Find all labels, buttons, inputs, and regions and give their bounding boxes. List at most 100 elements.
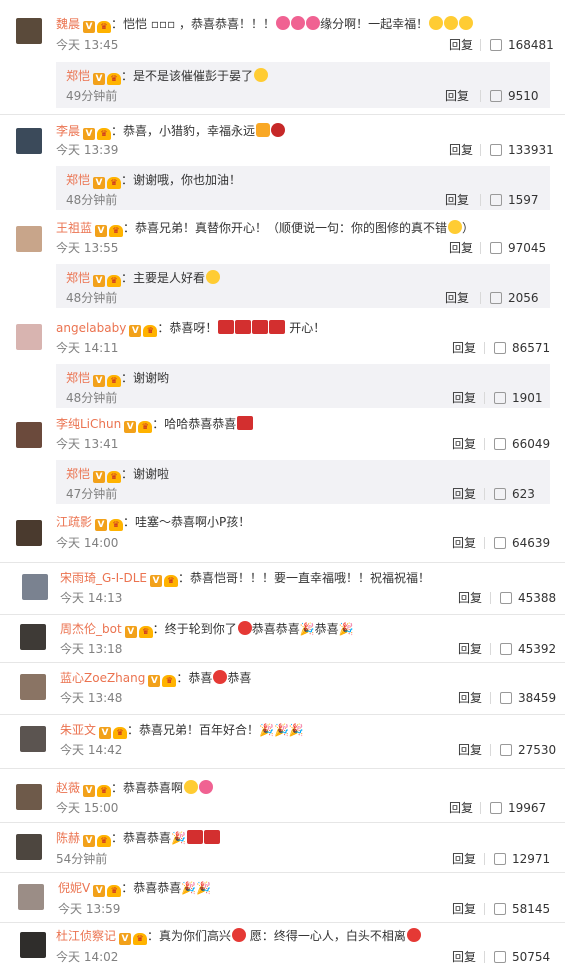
like-button[interactable]: 1597	[490, 193, 539, 207]
verified-icon: V	[148, 675, 161, 687]
like-button[interactable]: 19967	[490, 801, 546, 815]
avatar[interactable]	[16, 784, 42, 810]
like-button[interactable]: 27530	[500, 743, 556, 757]
username[interactable]: 王祖蓝	[56, 221, 92, 235]
username[interactable]: 陈赫	[56, 831, 80, 845]
avatar[interactable]	[22, 574, 48, 600]
avatar[interactable]	[16, 834, 42, 860]
like-count: 50754	[512, 950, 551, 964]
like-button[interactable]: 45388	[500, 591, 556, 605]
reply-button[interactable]: 回复	[445, 193, 469, 207]
avatar[interactable]	[16, 520, 42, 546]
reply-button[interactable]: 回复	[449, 241, 473, 255]
reply-button[interactable]: 回复	[452, 902, 476, 916]
reply-button[interactable]: 回复	[458, 591, 482, 605]
reply-button[interactable]: 回复	[452, 950, 476, 964]
username[interactable]: 魏晨	[56, 17, 80, 31]
reply-line: 郑恺 V ♛ ：是不是该催催彭于晏了	[66, 68, 269, 85]
divider	[0, 562, 565, 563]
like-button[interactable]: 38459	[500, 691, 556, 705]
avatar[interactable]	[16, 324, 42, 350]
like-button[interactable]: 50754	[494, 950, 550, 964]
avatar[interactable]	[16, 128, 42, 154]
reply-button[interactable]: 回复	[452, 536, 476, 550]
like-button[interactable]: 2056	[490, 291, 539, 305]
comment-line: 杜江侦察记 V ♛ ：真为你们高兴 愿：终得一心人，白头不相离	[56, 928, 421, 945]
comment-line: angelababy V ♛ ：恭喜呀！ 开心！	[56, 320, 326, 337]
divider	[480, 292, 481, 304]
username[interactable]: 倪妮V	[58, 881, 90, 895]
reply-button[interactable]: 回复	[449, 38, 473, 52]
like-count: 45392	[518, 642, 557, 656]
avatar[interactable]	[18, 884, 44, 910]
reply-button[interactable]: 回复	[452, 487, 476, 501]
comment-text: 恭喜恭喜🎉	[123, 831, 186, 845]
like-button[interactable]: 133931	[490, 143, 554, 157]
like-button[interactable]: 66049	[494, 437, 550, 451]
username[interactable]: 宋雨琦_G-I-DLE	[60, 571, 147, 585]
divider	[484, 438, 485, 450]
like-count: 97045	[508, 241, 547, 255]
divider	[0, 922, 565, 923]
username[interactable]: 郑恺	[66, 467, 90, 481]
like-button[interactable]: 9510	[490, 89, 539, 103]
avatar[interactable]	[16, 18, 42, 44]
reply-button[interactable]: 回复	[458, 743, 482, 757]
like-button[interactable]: 168481	[490, 38, 554, 52]
like-button[interactable]: 97045	[490, 241, 546, 255]
like-button[interactable]: 1901	[494, 391, 543, 405]
username[interactable]: 周杰伦_bot	[60, 622, 122, 636]
like-button[interactable]: 86571	[494, 341, 550, 355]
comment-line: 王祖蓝 V ♛ ：恭喜兄弟！真替你开心！（顺便说一句：你的图修的真不错）	[56, 220, 475, 237]
avatar[interactable]	[16, 422, 42, 448]
username[interactable]: 李晨	[56, 124, 80, 138]
comment-time: 今天 13:39	[56, 143, 119, 157]
reply-button[interactable]: 回复	[458, 642, 482, 656]
username[interactable]: 蓝心ZoeZhang	[60, 671, 145, 685]
avatar[interactable]	[20, 624, 46, 650]
thumbs-up-icon	[490, 39, 502, 51]
verified-icon: V	[93, 885, 106, 897]
username[interactable]: 杜江侦察记	[56, 929, 116, 943]
comment-line: 李纯LiChun V ♛ ：哈哈恭喜恭喜	[56, 416, 254, 433]
reply-button[interactable]: 回复	[445, 89, 469, 103]
reply-button[interactable]: 回复	[458, 691, 482, 705]
fan-crown-icon: ♛	[113, 727, 128, 739]
comment-line: 魏晨 V ♛ ：恺恺 ▫▫▫ ，恭喜恭喜！！！ 缘分啊！一起幸福！	[56, 16, 474, 33]
heart-emoji-icon	[213, 670, 228, 684]
username[interactable]: angelababy	[56, 321, 126, 335]
username[interactable]: 郑恺	[66, 69, 90, 83]
reply-button[interactable]: 回复	[449, 143, 473, 157]
username[interactable]: 郑恺	[66, 173, 90, 187]
username[interactable]: 郑恺	[66, 271, 90, 285]
username[interactable]: 江疏影	[56, 515, 92, 529]
reply-button[interactable]: 回复	[445, 291, 469, 305]
comment-item: 王祖蓝 V ♛ ：恭喜兄弟！真替你开心！（顺便说一句：你的图修的真不错） 今天 13:…	[0, 216, 565, 312]
like-count: 38459	[518, 691, 557, 705]
like-button[interactable]: 45392	[500, 642, 556, 656]
like-count: 623	[512, 487, 535, 501]
comment-time: 今天 13:59	[58, 902, 121, 916]
username[interactable]: 赵薇	[56, 781, 80, 795]
reply-text: 谢谢啦	[133, 467, 170, 481]
like-button[interactable]: 623	[494, 487, 535, 501]
avatar[interactable]	[16, 226, 42, 252]
username[interactable]: 郑恺	[66, 371, 90, 385]
reply-button[interactable]: 回复	[452, 852, 476, 866]
like-button[interactable]: 64639	[494, 536, 550, 550]
like-button[interactable]: 58145	[494, 902, 550, 916]
divider	[490, 692, 491, 704]
comment-item: 李纯LiChun V ♛ ：哈哈恭喜恭喜 今天 13:41 回复 66049 郑恺 V ♛…	[0, 412, 565, 508]
reply-button[interactable]: 回复	[452, 437, 476, 451]
comment-line: 江疏影 V ♛ ：哇塞～恭喜啊小P孩！	[56, 515, 251, 531]
like-button[interactable]: 12971	[494, 852, 550, 866]
avatar[interactable]	[20, 674, 46, 700]
fan-crown-icon: ♛	[97, 785, 112, 797]
reply-button[interactable]: 回复	[452, 391, 476, 405]
reply-button[interactable]: 回复	[449, 801, 473, 815]
reply-button[interactable]: 回复	[452, 341, 476, 355]
username[interactable]: 李纯LiChun	[56, 417, 121, 431]
avatar[interactable]	[20, 932, 46, 958]
avatar[interactable]	[20, 726, 46, 752]
username[interactable]: 朱亚文	[60, 723, 96, 737]
